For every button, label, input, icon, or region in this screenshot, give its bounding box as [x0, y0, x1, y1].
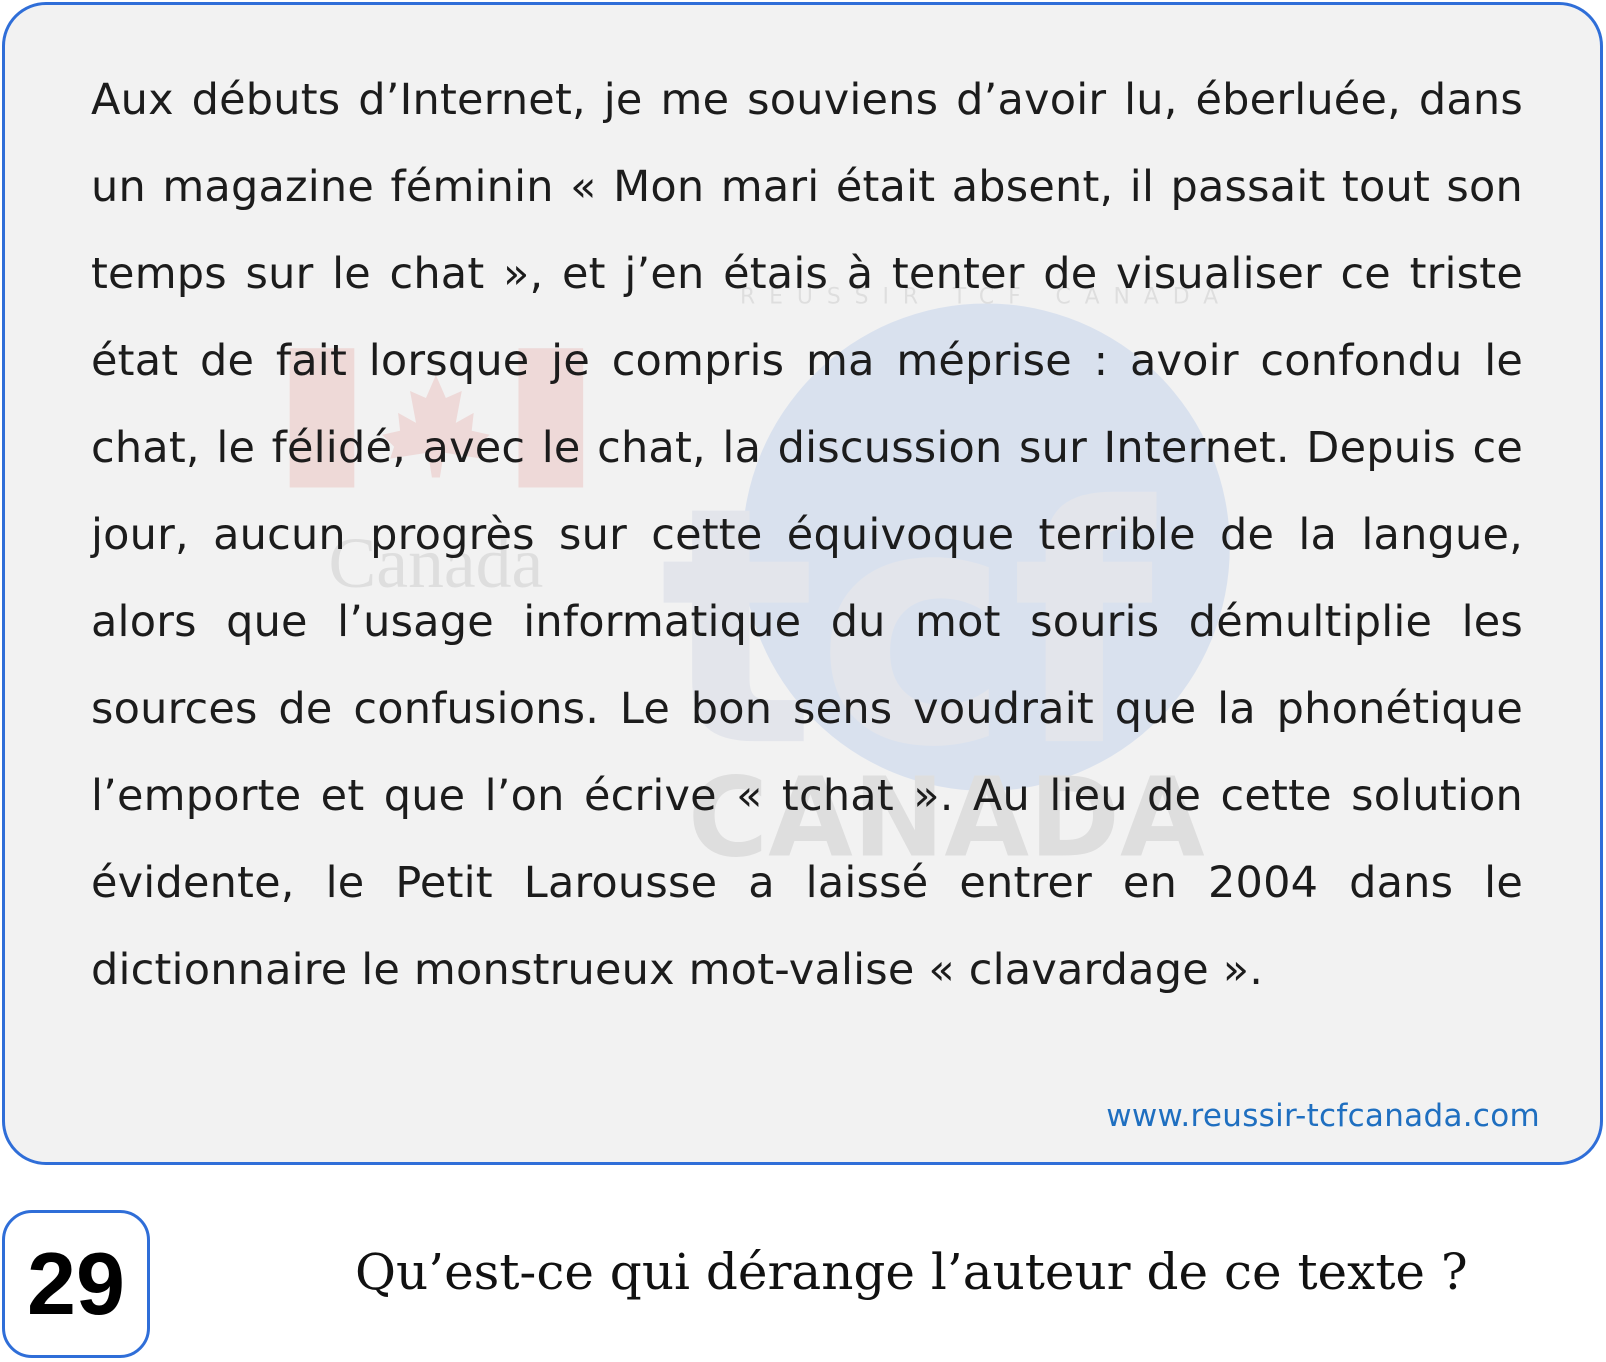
passage-card: Canada tcf CANADA REUSSIR TCF CANADA Aux…: [2, 2, 1603, 1165]
source-link[interactable]: www.reussir-tcfcanada.com: [1106, 1098, 1540, 1134]
question-text: Qu’est-ce qui dérange l’auteur de ce tex…: [355, 1243, 1468, 1301]
question-number-badge: 29: [2, 1210, 150, 1358]
reading-passage: Aux débuts d’Internet, je me souviens d’…: [91, 75, 1523, 995]
